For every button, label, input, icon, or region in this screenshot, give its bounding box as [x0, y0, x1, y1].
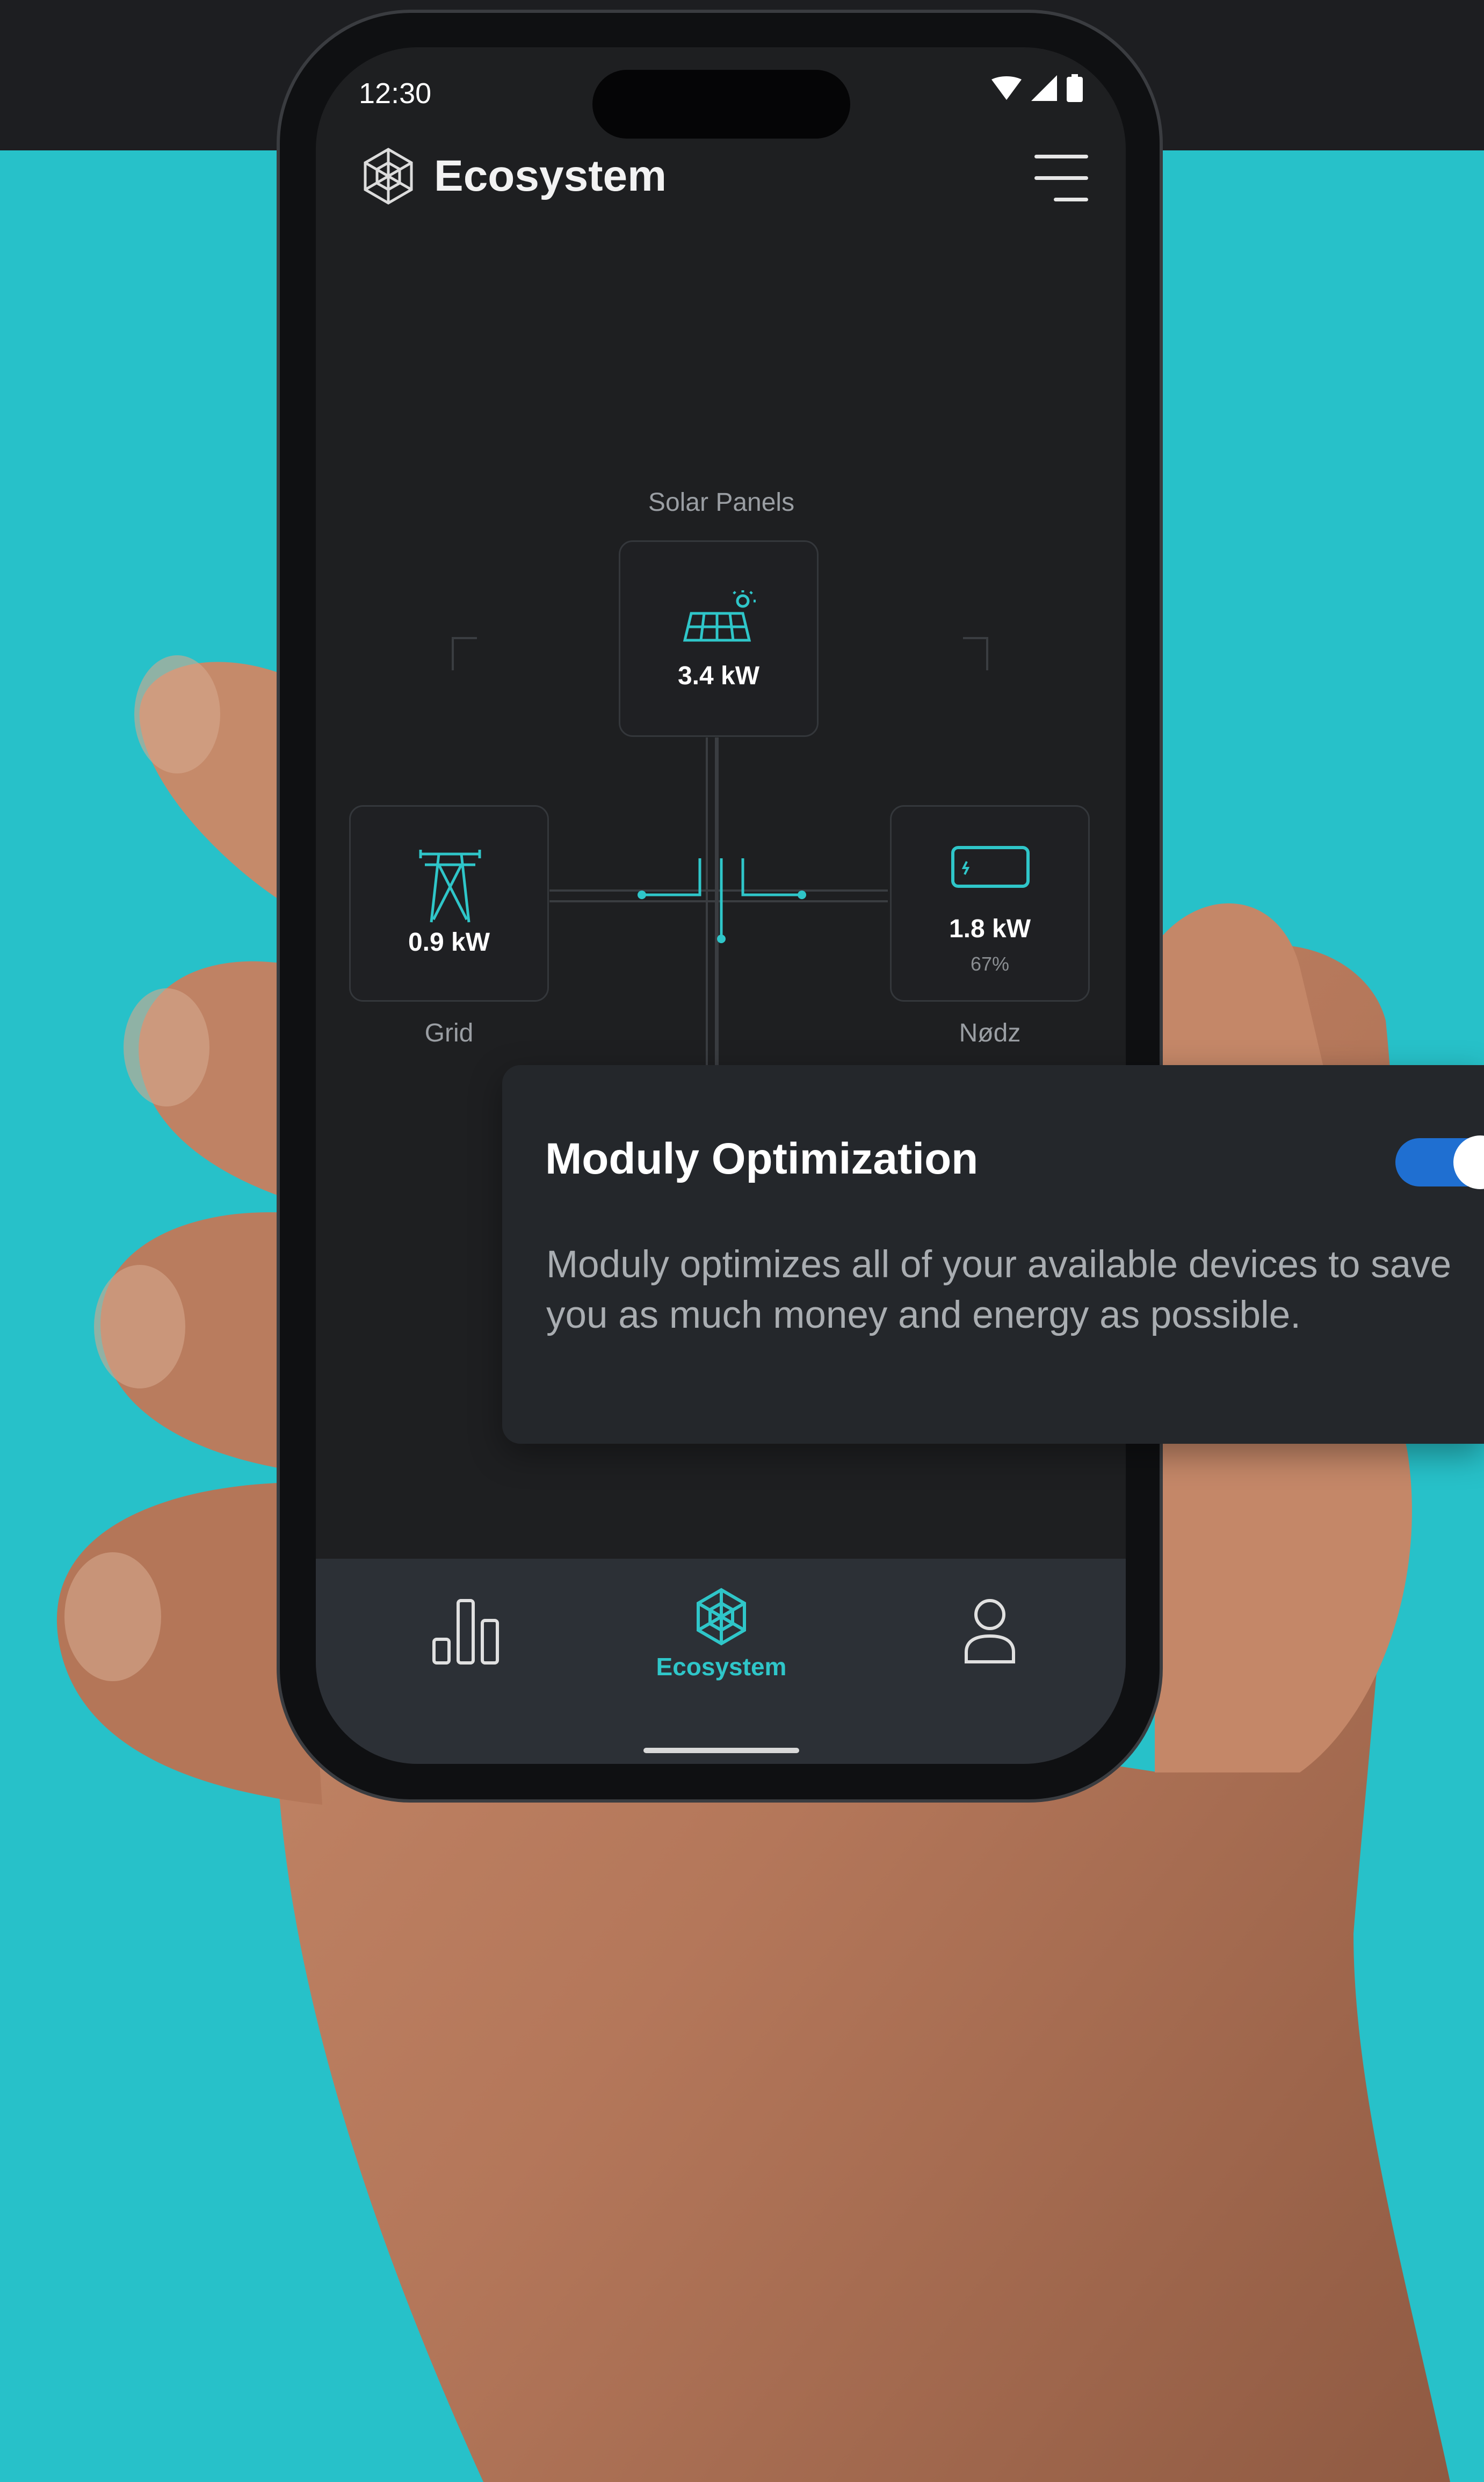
- solar-label: Solar Panels: [648, 488, 795, 517]
- ecosystem-icon: [697, 1588, 746, 1646]
- power-tower-icon: [419, 850, 481, 923]
- solar-panel-icon: [683, 590, 756, 642]
- battery-device-icon: [951, 846, 1030, 888]
- phone-screen: 12:30 Ecosystem Solar Panels 3.4 kW 0.9 …: [316, 47, 1126, 1764]
- optimization-toggle[interactable]: [1395, 1135, 1484, 1189]
- battery-percent: 67%: [970, 953, 1010, 975]
- nav-item-stats[interactable]: [423, 1596, 509, 1668]
- battery-label: Nødz: [959, 1019, 1021, 1047]
- nav-item-profile[interactable]: [955, 1598, 1025, 1667]
- bottom-nav: Ecosystem: [316, 1559, 1126, 1764]
- solar-value: 3.4 kW: [677, 662, 760, 690]
- toggle-knob: [1453, 1135, 1484, 1189]
- card-description: Moduly optimizes all of your available d…: [546, 1243, 1452, 1336]
- battery-value: 1.8 kW: [949, 915, 1031, 943]
- profile-icon: [965, 1599, 1015, 1663]
- home-indicator: [643, 1748, 799, 1753]
- bar-chart-icon: [432, 1599, 499, 1665]
- grid-value: 0.9 kW: [408, 928, 490, 957]
- solar-node[interactable]: 3.4 kW: [619, 540, 819, 737]
- card-title: Moduly Optimization: [545, 1134, 979, 1183]
- nav-item-ecosystem[interactable]: Ecosystem: [622, 1587, 821, 1681]
- battery-node[interactable]: 1.8 kW 67%: [890, 805, 1090, 1002]
- grid-label: Grid: [424, 1019, 474, 1047]
- grid-node[interactable]: 0.9 kW: [349, 805, 549, 1002]
- optimization-card: Moduly Optimization Moduly optimizes all…: [502, 1065, 1484, 1444]
- nav-label-ecosystem: Ecosystem: [656, 1653, 787, 1681]
